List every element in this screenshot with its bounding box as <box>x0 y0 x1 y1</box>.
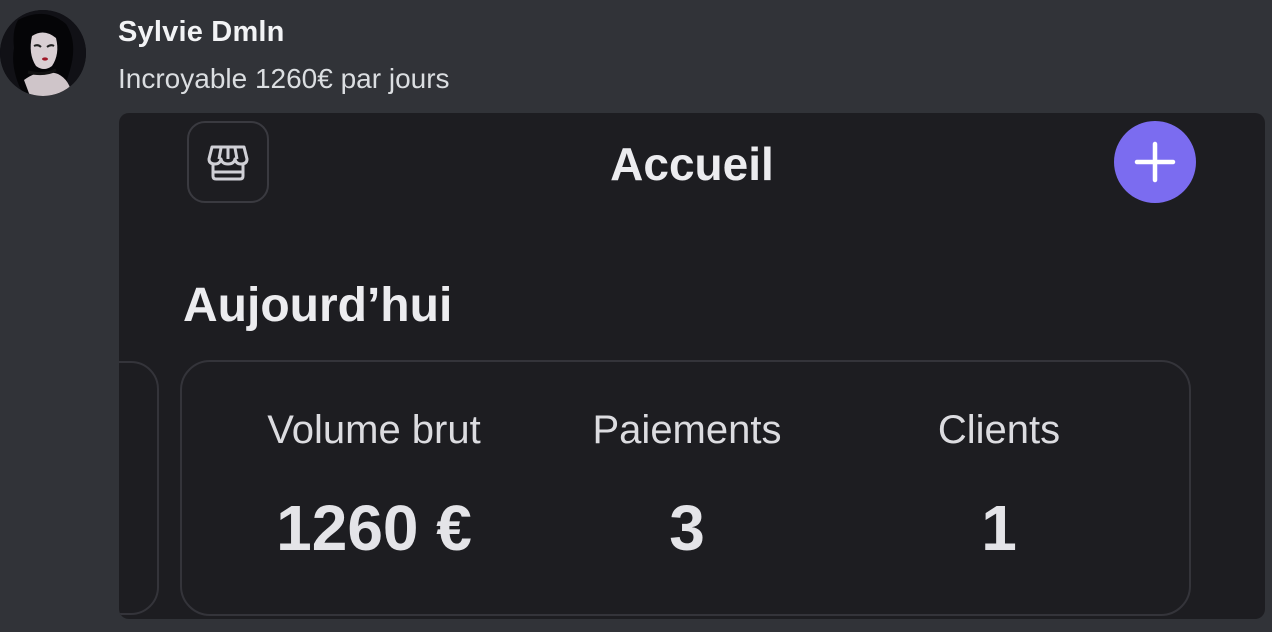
message-text: Incroyable 1260€ par jours <box>118 63 450 94</box>
stat-label: Volume brut <box>267 408 481 452</box>
section-title-today: Aujourd’hui <box>183 279 453 332</box>
stat-label: Paiements <box>592 408 782 452</box>
stat-value: 1 <box>981 492 1017 564</box>
stats-card[interactable]: Volume brut 1260 € Paiements 3 Clients 1 <box>180 360 1191 616</box>
avatar[interactable] <box>0 10 86 96</box>
previous-card[interactable] <box>119 361 159 615</box>
stat-value: 3 <box>669 492 705 564</box>
add-button[interactable] <box>1114 121 1196 203</box>
page-title: Accueil <box>610 138 774 190</box>
plus-icon <box>1134 141 1176 183</box>
message-attachment-image[interactable]: Accueil Aujourd’hui Volume brut 1260 € P… <box>119 113 1265 619</box>
message-author[interactable]: Sylvie Dmln <box>118 14 285 50</box>
stat-label: Clients <box>937 408 1061 452</box>
stat-value: 1260 € <box>276 492 472 564</box>
avatar-image <box>0 10 86 96</box>
